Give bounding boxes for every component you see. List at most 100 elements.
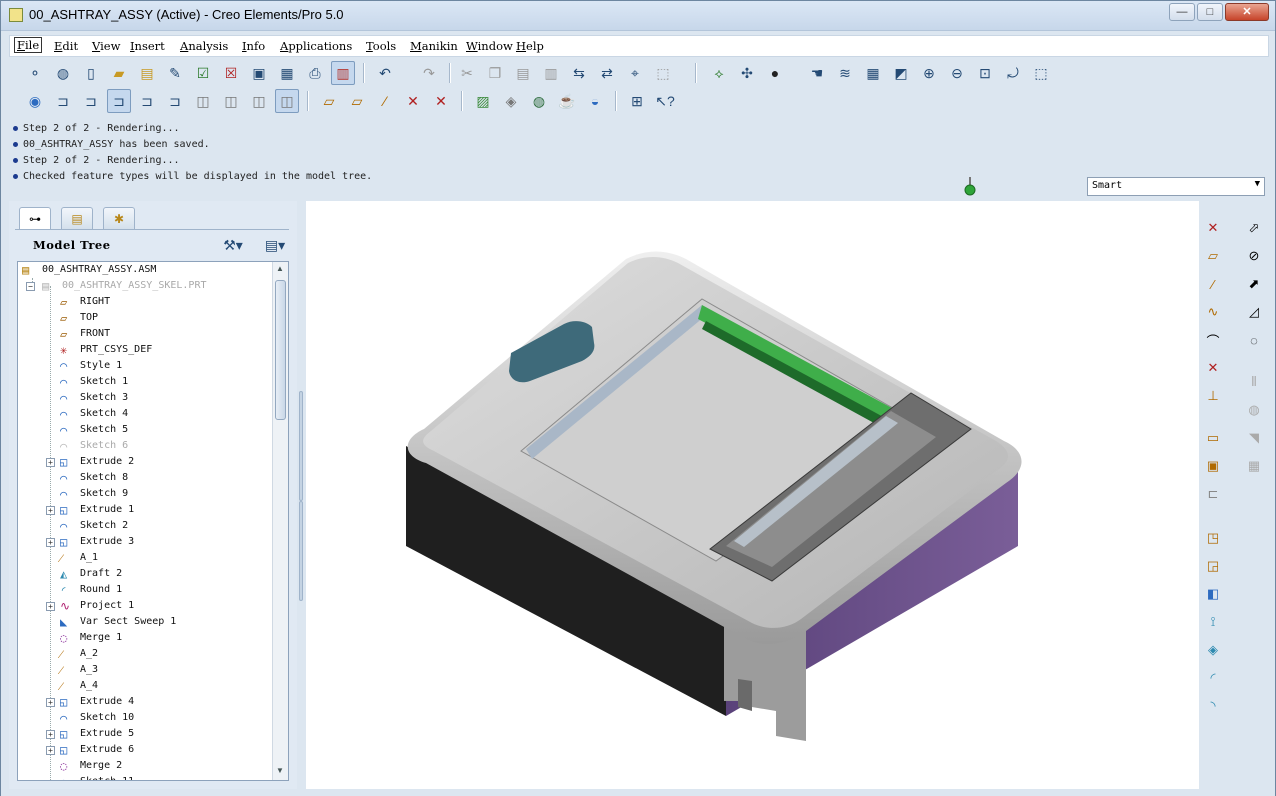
menu-tools[interactable]: Tools <box>366 39 396 53</box>
tree-settings-icon[interactable]: ⚒▾ <box>221 233 245 257</box>
panel-splitter[interactable] <box>297 201 305 789</box>
sketch-define-icon[interactable]: ⌒ <box>1202 329 1224 351</box>
shaded-edges-icon[interactable]: ⊐ <box>135 89 159 113</box>
tree-item[interactable]: ⌒ Sketch 8 <box>18 470 272 486</box>
save-icon[interactable]: ▣ <box>247 61 271 85</box>
tree-item[interactable]: ⌒ Sketch 10 <box>18 710 272 726</box>
expand-icon[interactable]: + <box>46 458 55 467</box>
redo-icon[interactable]: ↷ <box>417 61 441 85</box>
component-icon[interactable]: ⊥ <box>1202 385 1224 407</box>
paste-special-icon[interactable]: ▥ <box>539 61 563 85</box>
csys-tag-icon[interactable]: ✕ <box>429 89 453 113</box>
tree-item[interactable]: ⌒ Sketch 5 <box>18 422 272 438</box>
close-window-icon[interactable]: ◍ <box>51 61 75 85</box>
trim-icon[interactable]: ⟟ <box>1202 611 1224 633</box>
scroll-thumb[interactable] <box>275 280 286 420</box>
chamfer-icon[interactable]: ◝ <box>1202 695 1224 717</box>
tree-show-icon[interactable]: ▤▾ <box>263 233 287 257</box>
create-icon[interactable]: ⫴ <box>1243 371 1265 393</box>
extrude-icon[interactable]: ▣ <box>1202 455 1224 477</box>
minimize-button[interactable]: — <box>1169 3 1195 21</box>
zoom-in-icon[interactable]: ⊕ <box>917 61 941 85</box>
shade-icon[interactable]: ● <box>763 61 787 85</box>
tree-item[interactable]: ▱ FRONT <box>18 326 272 342</box>
teapot-icon[interactable]: ☕ <box>555 89 579 113</box>
tree-item[interactable]: ⌒ Sketch 11 <box>18 774 272 780</box>
shaded-icon[interactable]: ⊐ <box>163 89 187 113</box>
menu-manikin[interactable]: Manikin <box>410 39 458 53</box>
tree-item[interactable]: + ◱ Extrude 3 <box>18 534 272 550</box>
model-icon[interactable]: ◈ <box>499 89 523 113</box>
point-display-icon[interactable]: ⁄ <box>373 89 397 113</box>
menu-insert[interactable]: Insert <box>130 39 165 53</box>
tree-item[interactable]: ⌒ Sketch 9 <box>18 486 272 502</box>
expand-icon[interactable]: + <box>46 506 55 515</box>
datum-display-icon[interactable]: ⟡ <box>707 61 731 85</box>
close-button[interactable]: ✕ <box>1225 3 1269 21</box>
tree-item[interactable]: ⁄ A_1 <box>18 550 272 566</box>
tree-item[interactable]: ◜ Round 1 <box>18 582 272 598</box>
open-icon[interactable]: ▰ <box>107 61 131 85</box>
wireframe-icon[interactable]: ⊐ <box>51 89 75 113</box>
tree-item[interactable]: ⌒ Sketch 3 <box>18 390 272 406</box>
expand-icon[interactable]: + <box>46 746 55 755</box>
tree-item[interactable]: ⌒ Sketch 2 <box>18 518 272 534</box>
paste-icon[interactable]: ▤ <box>511 61 535 85</box>
new-icon[interactable]: ▯ <box>79 61 103 85</box>
iso-icon[interactable]: ◫ <box>191 89 215 113</box>
expand-icon[interactable]: + <box>46 602 55 611</box>
menu-file[interactable]: File <box>14 37 43 53</box>
tab-folder-browser[interactable]: ▤ <box>61 207 93 229</box>
menu-help[interactable]: Help <box>516 39 544 53</box>
menu-applications[interactable]: Applications <box>280 39 352 53</box>
menu-analysis[interactable]: Analysis <box>180 39 228 53</box>
tree-item[interactable]: ◌ Merge 2 <box>18 758 272 774</box>
view-manager-icon[interactable]: ▦ <box>861 61 885 85</box>
expand-icon[interactable]: + <box>46 698 55 707</box>
tree-item[interactable]: − ▤ 00_ASHTRAY_ASSY_SKEL.PRT <box>18 278 272 294</box>
cut-icon[interactable]: ✂ <box>455 61 479 85</box>
datum-axis-icon[interactable]: ▱ <box>1202 245 1224 267</box>
layers-icon[interactable]: ≋ <box>833 61 857 85</box>
analysis-icon[interactable]: ∿ <box>1202 301 1224 323</box>
pan-icon[interactable]: ☚ <box>805 61 829 85</box>
tree-item[interactable]: + ◱ Extrude 6 <box>18 742 272 758</box>
tab-model-tree[interactable]: ⊶ <box>19 207 51 229</box>
front-icon[interactable]: ◫ <box>219 89 243 113</box>
globe-icon[interactable]: ◍ <box>527 89 551 113</box>
tree-scrollbar[interactable]: ▲ ▼ <box>272 262 288 780</box>
menu-view[interactable]: View <box>92 39 120 53</box>
erase-icon[interactable]: ☒ <box>219 61 243 85</box>
find-icon[interactable]: ⌖ <box>623 61 647 85</box>
blend-icon[interactable]: ◳ <box>1202 527 1224 549</box>
bowl-icon[interactable]: ◒ <box>583 89 607 113</box>
revolve-icon[interactable]: ▦ <box>1243 455 1265 477</box>
tree-item[interactable]: + ◱ Extrude 5 <box>18 726 272 742</box>
tree-item[interactable]: ◠ Style 1 <box>18 358 272 374</box>
hidden-line-icon[interactable]: ⊐ <box>79 89 103 113</box>
copy-icon[interactable]: ◌ <box>1243 329 1265 351</box>
csys-icon[interactable]: ⬈ <box>1243 273 1265 295</box>
datum-point-icon[interactable]: ✕ <box>1202 217 1224 239</box>
copy-icon[interactable]: ❐ <box>483 61 507 85</box>
csys-display-icon[interactable]: ✕ <box>401 89 425 113</box>
assemble-icon[interactable]: ✕ <box>1202 357 1224 379</box>
shrinkwrap-icon[interactable]: ◍ <box>1243 399 1265 421</box>
open-multiple-icon[interactable]: ▤ <box>135 61 159 85</box>
tree-item[interactable]: ⌒ Sketch 4 <box>18 406 272 422</box>
curve-icon[interactable]: ⊘ <box>1243 245 1265 267</box>
enhanced-icon[interactable]: ◫ <box>275 89 299 113</box>
tree-item[interactable]: ⁄ A_4 <box>18 678 272 694</box>
pattern-icon[interactable]: ◈ <box>1202 639 1224 661</box>
tree-item[interactable]: ⁄ A_3 <box>18 662 272 678</box>
select-box-icon[interactable]: ⬚ <box>651 61 675 85</box>
tree-item[interactable]: + ◱ Extrude 1 <box>18 502 272 518</box>
expand-icon[interactable]: + <box>46 538 55 547</box>
save-copy-icon[interactable]: ▦ <box>275 61 299 85</box>
merge-icon[interactable]: ◧ <box>1202 583 1224 605</box>
tree-item[interactable]: ⌒ Sketch 6 <box>18 438 272 454</box>
saved-views-icon[interactable]: ◩ <box>889 61 913 85</box>
menu-window[interactable]: Window <box>466 39 513 53</box>
appearance-icon[interactable]: ▥ <box>331 61 355 85</box>
regenerate-icon[interactable]: ⇆ <box>567 61 591 85</box>
